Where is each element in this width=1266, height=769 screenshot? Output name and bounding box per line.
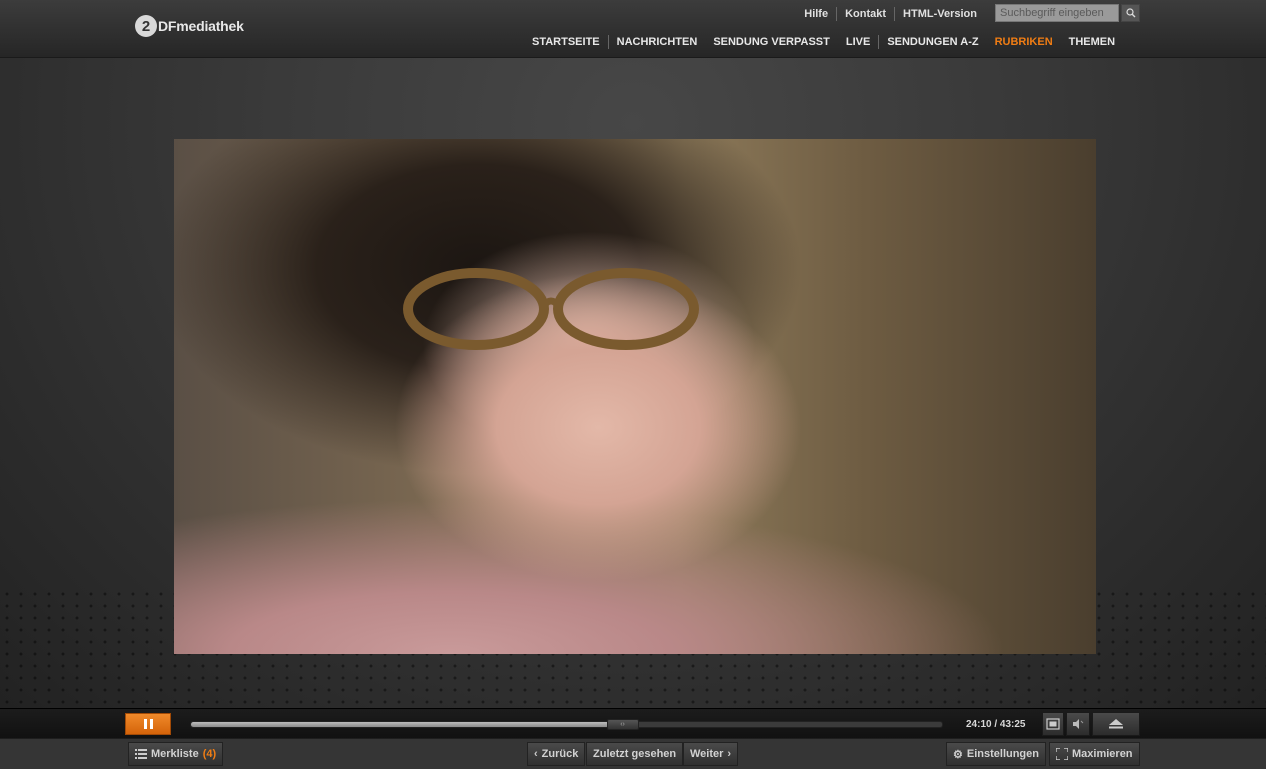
time-display: 24:10 / 43:25: [966, 719, 1026, 730]
zuletzt-label: Zuletzt gesehen: [593, 748, 677, 760]
pause-icon: [142, 719, 154, 729]
utility-links: Hilfe Kontakt HTML-Version: [796, 6, 985, 22]
bottom-toolbar: Merkliste (4) ‹ Zurück Zuletzt gesehen W…: [0, 738, 1266, 769]
zurueck-label: Zurück: [541, 748, 579, 760]
eject-button[interactable]: [1092, 712, 1140, 736]
eject-icon: [1109, 719, 1123, 729]
merkliste-label: Merkliste: [151, 748, 199, 760]
chevron-right-icon: ›: [727, 748, 732, 760]
fullscreen-button[interactable]: [1042, 712, 1064, 736]
nav-nachrichten[interactable]: NACHRICHTEN: [609, 35, 706, 49]
player-controls: ‹› 24:10 / 43:25: [0, 708, 1266, 739]
progress-fill: [191, 722, 609, 727]
zuletzt-gesehen-button[interactable]: Zuletzt gesehen: [586, 742, 684, 766]
link-html-version[interactable]: HTML-Version: [894, 7, 985, 21]
nav-live[interactable]: LIVE: [838, 35, 878, 49]
list-icon: [135, 749, 147, 759]
maximieren-button[interactable]: Maximieren: [1049, 742, 1140, 766]
einstellungen-button[interactable]: ⚙ Einstellungen: [946, 742, 1046, 766]
logo-text: DFmediathek: [158, 18, 244, 34]
nav-startseite[interactable]: STARTSEITE: [524, 35, 608, 49]
maximize-icon: [1056, 748, 1068, 760]
gear-icon: ⚙: [953, 748, 963, 761]
einstellungen-label: Einstellungen: [966, 748, 1039, 760]
weiter-label: Weiter: [690, 748, 724, 760]
merkliste-button[interactable]: Merkliste (4): [128, 742, 224, 766]
chevron-left-icon: ‹: [534, 748, 538, 760]
zdf-logo-mark: 2: [135, 15, 157, 37]
zdf-mediathek-logo[interactable]: 2 DFmediathek: [135, 14, 244, 38]
link-hilfe[interactable]: Hilfe: [796, 7, 836, 21]
volume-button[interactable]: [1066, 712, 1090, 736]
video-content-illustration: [403, 268, 699, 350]
pause-button[interactable]: [125, 713, 171, 735]
maximieren-label: Maximieren: [1072, 748, 1133, 760]
link-kontakt[interactable]: Kontakt: [836, 7, 894, 21]
main-nav: STARTSEITE NACHRICHTEN SENDUNG VERPASST …: [524, 35, 1123, 49]
nav-sendung-verpasst[interactable]: SENDUNG VERPASST: [705, 35, 838, 49]
nav-themen[interactable]: THEMEN: [1061, 35, 1123, 49]
search-icon: [1125, 8, 1135, 18]
progress-handle[interactable]: ‹›: [606, 719, 639, 730]
nav-rubriken[interactable]: RUBRIKEN: [987, 35, 1061, 49]
merkliste-count: (4): [202, 748, 217, 760]
speaker-icon: [1073, 719, 1084, 729]
nav-sendungen-a-z[interactable]: SENDUNGEN A-Z: [879, 35, 986, 49]
weiter-button[interactable]: Weiter ›: [683, 742, 739, 766]
site-header: 2 DFmediathek Hilfe Kontakt HTML-Version…: [0, 0, 1266, 58]
search-button[interactable]: [1121, 4, 1140, 22]
progress-bar[interactable]: ‹›: [190, 719, 943, 730]
search-input[interactable]: [995, 4, 1119, 22]
video-frame[interactable]: [174, 139, 1096, 654]
zurueck-button[interactable]: ‹ Zurück: [527, 742, 586, 766]
fullscreen-icon: [1046, 718, 1060, 730]
